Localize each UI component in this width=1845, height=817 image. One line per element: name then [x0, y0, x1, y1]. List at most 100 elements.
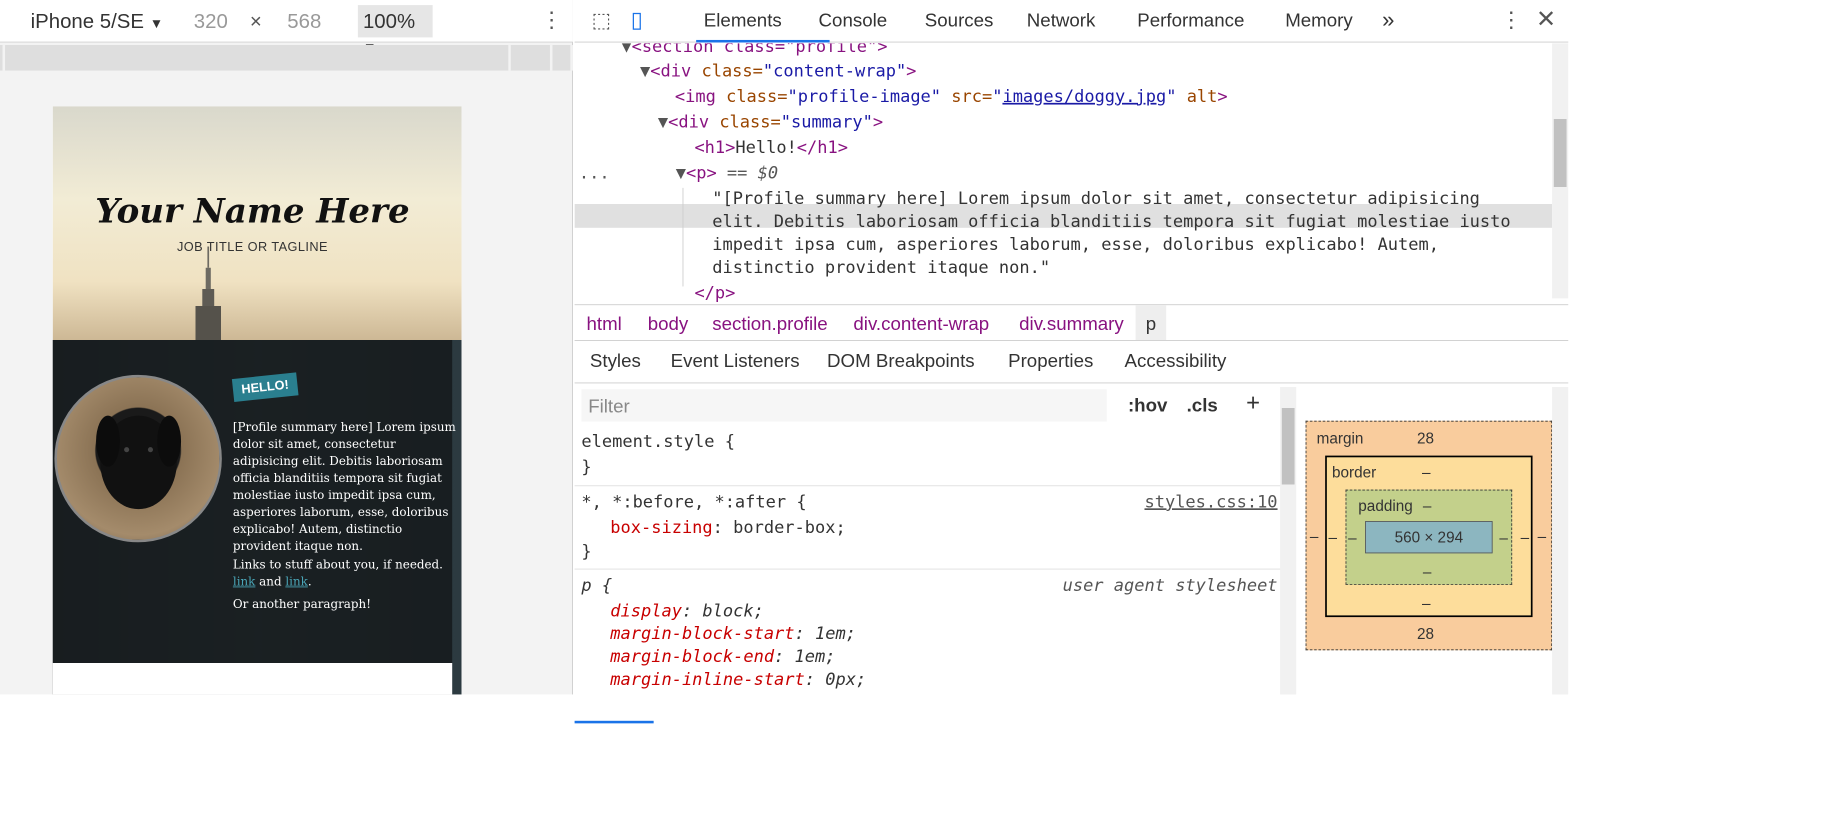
- dom-node-p[interactable]: ▼<p> == $0: [676, 162, 778, 182]
- box-model-scrollbar[interactable]: [1552, 386, 1569, 695]
- device-name: iPhone 5/SE: [30, 10, 145, 34]
- tab-console[interactable]: Console: [819, 9, 888, 31]
- devtools-tab-bar: ⬚ ▯ Elements Console Sources Network Per…: [574, 0, 1569, 43]
- device-select[interactable]: iPhone 5/SE ▼: [31, 10, 164, 34]
- more-tabs-icon[interactable]: »: [1382, 7, 1394, 33]
- hover-state-toggle[interactable]: :hov: [1128, 394, 1167, 416]
- breadcrumb-section[interactable]: section.profile: [712, 313, 827, 335]
- box-margin[interactable]: margin 28 28 – – border – – – – padding …: [1305, 420, 1553, 651]
- another-paragraph: Or another paragraph!: [232, 597, 371, 612]
- text-node-line-2[interactable]: elit. Debitis laboriosam officia blandit…: [712, 211, 1510, 231]
- property-name: margin-block-end: [610, 646, 775, 667]
- margin-right-value[interactable]: –: [1538, 528, 1547, 546]
- rule-selector[interactable]: p {: [581, 575, 612, 595]
- p-tag: <p>: [685, 162, 717, 183]
- breadcrumb-summary[interactable]: div.summary: [1019, 313, 1124, 335]
- padding-bottom-value[interactable]: –: [1423, 564, 1432, 582]
- border-value[interactable]: –: [1422, 464, 1431, 482]
- rule-declaration[interactable]: box-sizing: border-box;: [610, 517, 845, 537]
- breadcrumb-p[interactable]: p: [1135, 305, 1167, 340]
- padding-left-value[interactable]: –: [1348, 530, 1357, 548]
- tab-event-listeners[interactable]: Event Listeners: [671, 350, 800, 372]
- profile-link-2[interactable]: link: [285, 575, 307, 589]
- rule-declaration[interactable]: margin-block-start: 1em;: [610, 623, 856, 643]
- p-close-tag[interactable]: </p>: [694, 282, 735, 302]
- zoom-select[interactable]: 100% ▼: [357, 5, 433, 55]
- border-left-value[interactable]: –: [1329, 529, 1338, 547]
- tab-accessibility[interactable]: Accessibility: [1125, 350, 1227, 372]
- text-node-line-4[interactable]: distinctio provident itaque non.": [712, 257, 1050, 277]
- dom-node-img[interactable]: <img class="profile-image" src="images/d…: [675, 86, 1228, 106]
- profile-link-1[interactable]: link: [233, 575, 255, 589]
- links-and: and: [255, 575, 286, 590]
- node-actions-icon[interactable]: ...: [579, 162, 610, 182]
- tab-dom-breakpoints[interactable]: DOM Breakpoints: [827, 350, 975, 372]
- border-right-value[interactable]: –: [1521, 529, 1530, 547]
- rule-declaration[interactable]: display: block;: [610, 600, 764, 620]
- breadcrumb-html[interactable]: html: [587, 313, 622, 335]
- rule-selector[interactable]: element.style {: [581, 431, 735, 451]
- breadcrumb-content-wrap[interactable]: div.content-wrap: [853, 313, 989, 335]
- media-query-ruler[interactable]: [0, 45, 573, 71]
- tab-network[interactable]: Network: [1027, 9, 1096, 31]
- class-attr: class=: [709, 111, 781, 132]
- margin-left-value[interactable]: –: [1310, 528, 1319, 546]
- border-bottom-value[interactable]: –: [1422, 595, 1431, 613]
- quote: ": [992, 85, 1003, 107]
- property-name: margin-inline-start: [610, 668, 805, 690]
- text-node-line-3[interactable]: impedit ipsa cum, asperiores laborum, es…: [712, 234, 1439, 254]
- tab-styles[interactable]: Styles: [590, 350, 641, 372]
- breadcrumb-body[interactable]: body: [648, 313, 689, 335]
- margin-top-value[interactable]: 28: [1417, 430, 1434, 448]
- rule-selector[interactable]: *, *:before, *:after {: [581, 491, 806, 511]
- tab-elements[interactable]: Elements: [704, 9, 782, 31]
- margin-bottom-value[interactable]: 28: [1417, 626, 1434, 644]
- close-icon[interactable]: ✕: [1536, 5, 1556, 33]
- inspect-element-icon[interactable]: ⬚: [592, 9, 611, 34]
- devtools-menu-icon[interactable]: ⋮: [1500, 7, 1522, 33]
- margin-label: margin: [1316, 430, 1364, 448]
- padding-right-value[interactable]: –: [1499, 530, 1508, 548]
- dom-node-summary[interactable]: ▼<div class="summary">: [658, 111, 883, 131]
- class-toggle[interactable]: .cls: [1187, 394, 1218, 416]
- box-border[interactable]: border – – – – padding – – – – 560 × 294: [1325, 455, 1533, 618]
- tag-end: >: [906, 60, 917, 81]
- styles-tab-bar: Styles Event Listeners DOM Breakpoints P…: [574, 341, 1569, 724]
- device-toolbar: iPhone 5/SE ▼ 320 × 568 100% ▼ ⋮: [0, 0, 573, 55]
- tab-properties[interactable]: Properties: [1008, 350, 1093, 372]
- box-padding[interactable]: padding – – – – 560 × 294: [1345, 489, 1513, 585]
- src-link[interactable]: images/doggy.jpg: [1002, 86, 1166, 106]
- dom-scrollbar-thumb[interactable]: [1553, 119, 1567, 187]
- rule-declaration[interactable]: margin-block-end: 1em;: [610, 646, 835, 666]
- device-toggle-icon[interactable]: ▯: [631, 7, 643, 33]
- content-size: 560 × 294: [1394, 528, 1464, 546]
- dom-node-section[interactable]: ▼<section class="profile">: [621, 43, 887, 56]
- tab-sources[interactable]: Sources: [925, 9, 994, 31]
- rule-declaration[interactable]: margin-inline-start: 0px;: [610, 669, 866, 689]
- dog-photo: [96, 415, 182, 510]
- tab-performance[interactable]: Performance: [1137, 9, 1244, 31]
- styles-scrollbar-thumb[interactable]: [1281, 408, 1295, 485]
- class-attr: class=: [715, 85, 788, 107]
- more-options-icon[interactable]: ⋮: [541, 7, 563, 33]
- width-input[interactable]: 320: [194, 10, 228, 34]
- text-node-line-1[interactable]: "[Profile summary here] Lorem ipsum dolo…: [712, 188, 1480, 208]
- dom-node-content-wrap[interactable]: ▼<div class="content-wrap">: [640, 60, 916, 80]
- border-label: border: [1331, 464, 1377, 482]
- rule-source-link[interactable]: styles.css:10: [1144, 491, 1277, 511]
- emulated-page: Your Name Here JOB TITLE OR TAGLINE HELL…: [52, 106, 462, 695]
- box-content[interactable]: 560 × 294: [1365, 521, 1493, 554]
- tab-memory[interactable]: Memory: [1285, 9, 1353, 31]
- padding-value[interactable]: –: [1423, 497, 1432, 515]
- devtools-panel: ⬚ ▯ Elements Console Sources Network Per…: [574, 0, 1569, 724]
- tree-guide-line: [682, 187, 684, 287]
- h1-text: Hello!: [735, 136, 797, 158]
- profile-tagline: JOB TITLE OR TAGLINE: [176, 239, 328, 255]
- new-rule-button[interactable]: +: [1246, 389, 1260, 416]
- property-name: display: [610, 600, 682, 621]
- styles-filter-input[interactable]: Filter: [581, 389, 1107, 422]
- property-value: : 1em;: [774, 646, 836, 667]
- height-input[interactable]: 568: [287, 10, 321, 34]
- class-value: "summary": [780, 111, 873, 132]
- dom-node-h1[interactable]: <h1>Hello!</h1>: [694, 137, 848, 157]
